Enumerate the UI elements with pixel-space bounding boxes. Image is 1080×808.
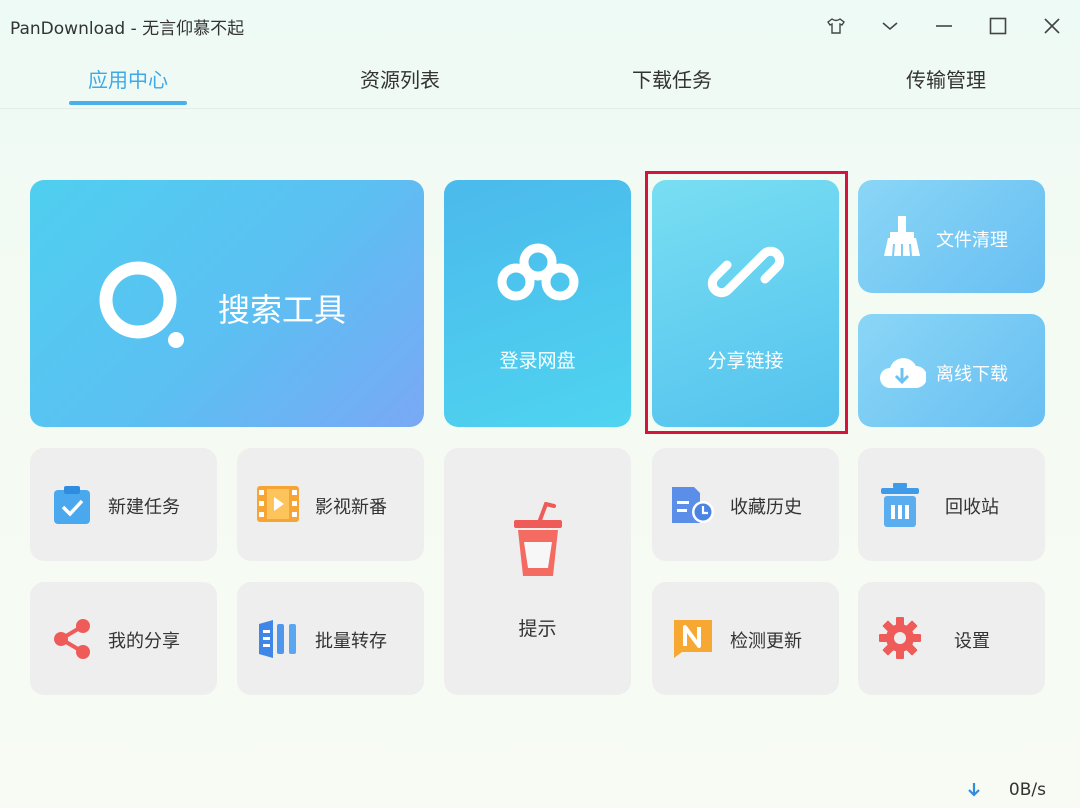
cloud-icon xyxy=(497,243,579,301)
title-bar: PanDownload - 无言仰慕不起 xyxy=(0,0,1080,52)
login-netdisk-label: 登录网盘 xyxy=(499,350,576,372)
skin-button[interactable] xyxy=(820,10,852,42)
offline-download-tile[interactable]: 离线下载 xyxy=(858,314,1045,427)
share-link-label: 分享链接 xyxy=(707,350,784,372)
tips-tile[interactable]: 提示 xyxy=(444,448,631,695)
window-title: PanDownload - 无言仰慕不起 xyxy=(10,19,245,39)
recycle-bin-label: 回收站 xyxy=(945,497,999,518)
clipboard-check-icon xyxy=(54,486,90,524)
my-share-tile[interactable]: 我的分享 xyxy=(30,582,217,695)
status-bar: 0B/s xyxy=(967,780,1046,800)
history-icon xyxy=(672,487,714,523)
movies-label: 影视新番 xyxy=(315,497,387,518)
offline-download-label: 离线下载 xyxy=(936,364,1008,385)
maximize-button[interactable] xyxy=(982,10,1014,42)
favorites-history-label: 收藏历史 xyxy=(730,497,802,518)
tab-download-tasks[interactable]: 下载任务 xyxy=(602,64,742,108)
file-cleanup-tile[interactable]: 文件清理 xyxy=(858,180,1045,293)
active-tab-indicator xyxy=(69,101,187,105)
film-icon xyxy=(257,486,299,522)
batch-save-label: 批量转存 xyxy=(315,631,387,652)
cup-icon xyxy=(514,502,562,576)
file-cleanup-label: 文件清理 xyxy=(936,230,1008,251)
tab-resource-list[interactable]: 资源列表 xyxy=(330,64,470,108)
settings-label: 设置 xyxy=(954,631,990,652)
update-n-icon xyxy=(674,620,712,658)
new-task-label: 新建任务 xyxy=(108,497,180,518)
chevron-down-icon xyxy=(882,22,898,31)
my-share-label: 我的分享 xyxy=(108,631,180,652)
check-update-label: 检测更新 xyxy=(730,631,802,652)
search-tool-label: 搜索工具 xyxy=(218,291,347,329)
tab-transfer-management[interactable]: 传输管理 xyxy=(876,64,1016,108)
new-task-tile[interactable]: 新建任务 xyxy=(30,448,217,561)
login-netdisk-tile[interactable]: 登录网盘 xyxy=(444,180,631,427)
movies-tile[interactable]: 影视新番 xyxy=(237,448,424,561)
minimize-icon xyxy=(936,25,952,27)
minimize-button[interactable] xyxy=(928,10,960,42)
batch-icon xyxy=(259,620,296,658)
download-speed: 0B/s xyxy=(1008,780,1046,800)
batch-save-tile[interactable]: 批量转存 xyxy=(237,582,424,695)
trash-icon xyxy=(881,483,919,527)
share-icon xyxy=(54,619,90,659)
download-arrow-icon xyxy=(968,783,980,797)
menu-dropdown-button[interactable] xyxy=(874,10,906,42)
close-button[interactable] xyxy=(1036,10,1068,42)
recycle-bin-tile[interactable]: 回收站 xyxy=(858,448,1045,561)
share-link-tile[interactable]: 分享链接 xyxy=(652,180,839,427)
tshirt-icon xyxy=(827,18,845,34)
broom-icon xyxy=(884,216,920,257)
maximize-icon xyxy=(989,17,1007,35)
link-icon xyxy=(707,246,785,298)
settings-tile[interactable]: 设置 xyxy=(858,582,1045,695)
favorites-history-tile[interactable]: 收藏历史 xyxy=(652,448,839,561)
search-icon xyxy=(99,261,184,348)
search-tool-tile[interactable]: 搜索工具 xyxy=(30,180,424,427)
check-update-tile[interactable]: 检测更新 xyxy=(652,582,839,695)
gear-icon xyxy=(879,617,921,659)
tips-label: 提示 xyxy=(518,618,557,640)
cloud-download-icon xyxy=(880,358,926,388)
close-icon xyxy=(1044,18,1060,34)
